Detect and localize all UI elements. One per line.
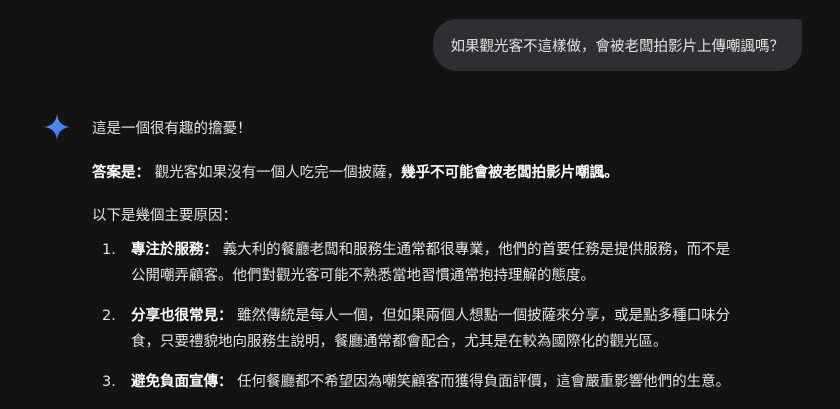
list-item-number: 2. [102,308,116,324]
list-item: 3. 避免負面宣傳： 任何餐廳都不希望因為嘲笑顧客而獲得負面評價，這會嚴重影響他… [92,369,792,395]
answer-text: 觀光客如果沒有一個人吃完一個披薩， [154,165,402,181]
response-answer: 答案是： 觀光客如果沒有一個人吃完一個披薩，幾乎不可能會被老闆拍影片嘲諷。 [92,161,619,185]
list-item-number: 1. [102,242,116,258]
answer-emphasis: 幾乎不可能會被老闆拍影片嘲諷。 [401,165,619,181]
reasons-intro: 以下是幾個主要原因： [92,208,237,224]
list-item-title: 專注於服務： [131,242,218,258]
list-item-text: 義大利的餐廳老闆和服務生通常都很專業，他們的首要任務是提供服務，而不是 [222,242,731,258]
list-item-number: 3. [102,374,116,390]
list-item-text-continued: 食，只要禮貌地向服務生說明，餐廳通常都會配合，尤其是在較為國際化的觀光區。 [131,334,668,350]
sparkle-gem-icon [44,114,70,140]
user-message-bubble: 如果觀光客不這樣做，會被老闆拍影片上傳嘲諷嗎？ [432,19,802,71]
list-item-title: 避免負面宣傳： [131,374,233,390]
answer-label: 答案是： [92,165,150,181]
user-message-text: 如果觀光客不這樣做，會被老闆拍影片上傳嘲諷嗎？ [450,38,785,55]
response-greeting: 這是一個很有趣的擔憂！ [92,121,252,137]
list-item-text: 雖然傳統是每人一個，但如果兩個人想點一個披薩來分享，或是點多種口味分 [237,308,731,324]
reasons-list: 1. 專注於服務： 義大利的餐廳老闆和服務生通常都很專業，他們的首要任務是提供服… [92,237,792,409]
list-item-text-continued: 公開嘲弄顧客。他們對觀光客可能不熟悉當地習慣通常抱持理解的態度。 [131,268,595,284]
list-item-text: 任何餐廳都不希望因為嘲笑顧客而獲得負面評價，這會嚴重影響他們的生意。 [237,374,731,390]
list-item: 1. 專注於服務： 義大利的餐廳老闆和服務生通常都很專業，他們的首要任務是提供服… [92,237,792,289]
list-item-title: 分享也很常見： [131,308,233,324]
list-item: 2. 分享也很常見： 雖然傳統是每人一個，但如果兩個人想點一個披薩來分享，或是點… [92,303,792,355]
